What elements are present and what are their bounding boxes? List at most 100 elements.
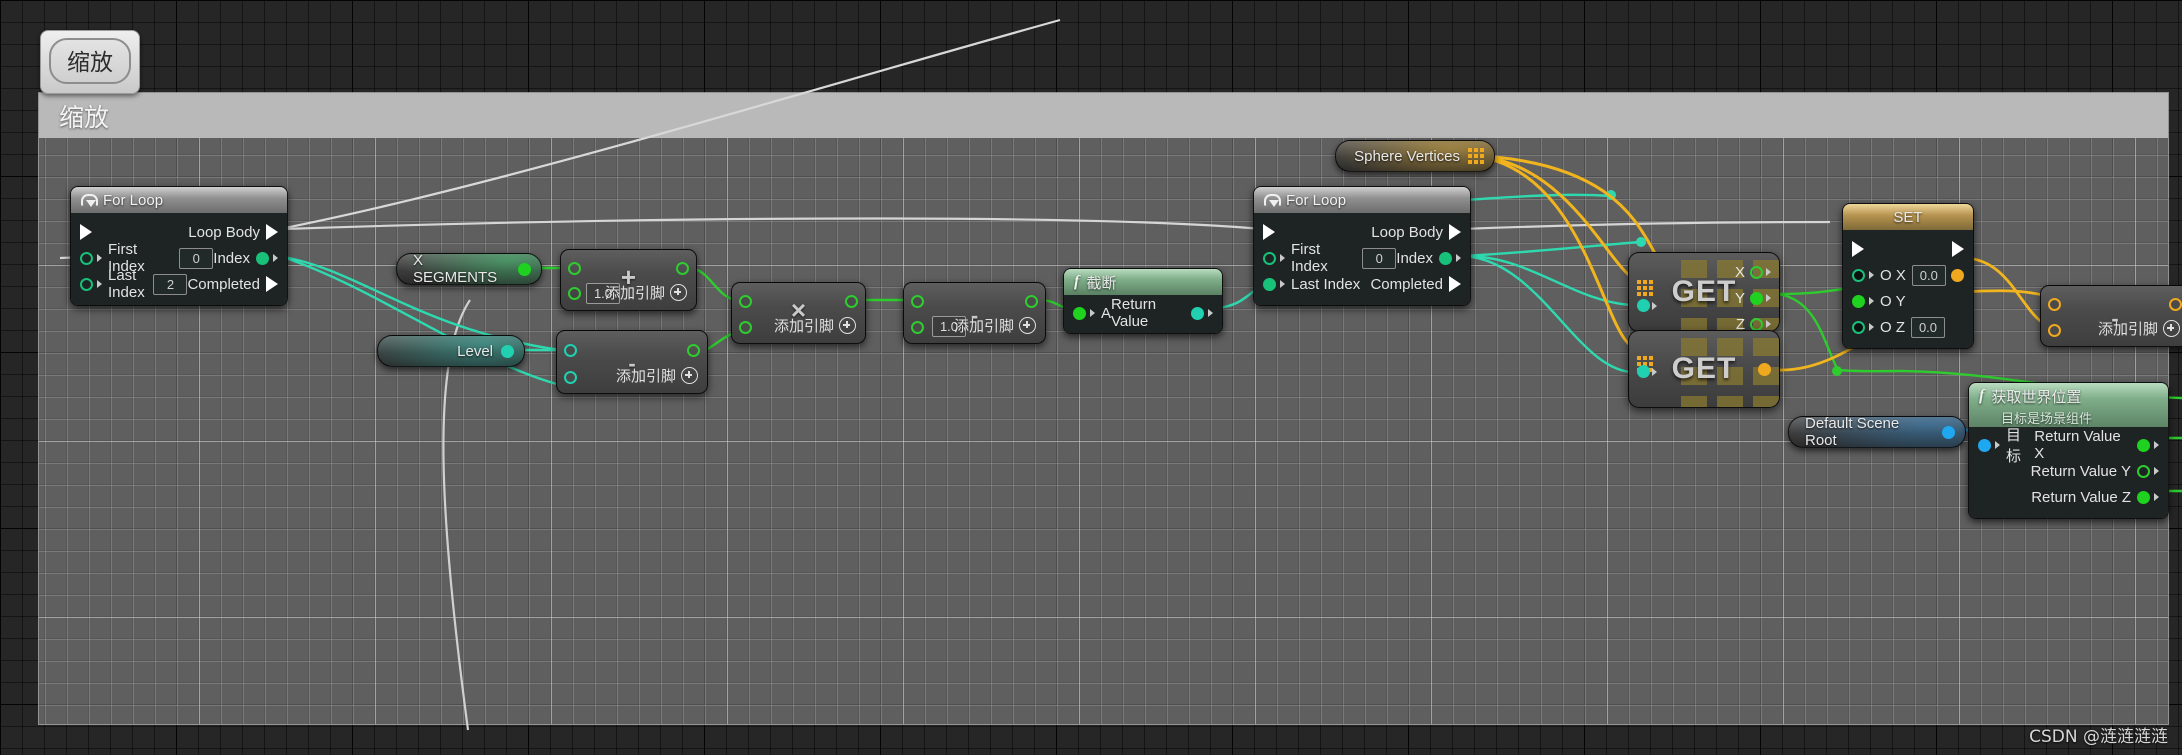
node-get-world-location[interactable]: f 获取世界位置 目标是场景组件 目标 Return Value X Retur… [1968,382,2169,519]
truncate-input-a-pin[interactable] [1073,306,1086,320]
first-index-input[interactable]: 0 [179,247,214,269]
truncate-return-pin[interactable] [1191,306,1204,320]
variable-level[interactable]: Level [377,335,525,367]
loop-body-exec-pin[interactable] [266,224,278,240]
row-first-index: First Index 0 Index [1254,241,1470,275]
add-pin-button[interactable]: 添加引脚 [605,282,687,303]
set-y-pin[interactable] [1852,294,1865,308]
pin-arrow-icon [1280,254,1285,262]
variable-default-scene-root[interactable]: Default Scene Root [1788,415,1966,449]
plus-circle-icon[interactable] [839,317,856,334]
pin-arrow-icon [97,280,102,288]
exec-in-pin[interactable] [1852,241,1864,257]
x-segments-out-pin[interactable] [518,262,531,276]
pin-arrow-icon [1652,367,1657,376]
index-out-pin[interactable] [1439,251,1452,265]
level-out-pin[interactable] [501,344,514,358]
exec-out-pin[interactable] [1952,241,1964,257]
comment-box[interactable]: 缩放 [38,92,2169,725]
node-for-loop-1[interactable]: For Loop Loop Body First Index 0 Index L… [70,186,288,306]
set-z-pin[interactable] [1852,320,1865,334]
add-pin-button[interactable]: 添加引脚 [774,315,856,336]
node-get-vector[interactable]: GET X Y Z [1628,252,1780,332]
set-x-pin[interactable] [1852,268,1865,282]
set-z-input[interactable]: 0.0 [1911,316,1945,338]
pin-arrow-icon [1766,294,1771,302]
get-index-input-pin[interactable] [1637,299,1657,312]
row-set-x: O X 0.0 [1843,262,1973,288]
pin-arrow-icon [1869,271,1874,279]
plus-circle-icon[interactable] [1019,317,1036,334]
add-pin-label: 添加引脚 [615,367,676,385]
return-z-pin[interactable] [2137,490,2150,504]
add-pin-button[interactable]: 添加引脚 [954,315,1036,336]
return-y-pin[interactable] [2137,464,2150,478]
add-pin-button[interactable]: 添加引脚 [616,365,698,386]
last-index-input[interactable]: 2 [153,273,188,295]
node-title-bar: For Loop [1254,187,1470,213]
get-index-pin[interactable] [1637,299,1650,312]
pin-arrow-icon [273,254,278,262]
get-out-x: X [1735,259,1771,285]
set-x-input[interactable]: 0.0 [1911,264,1946,286]
node-subtract-level[interactable]: - 添加引脚 [556,330,708,394]
blueprint-graph-canvas[interactable]: 缩放 缩放 For Loop Loop Body First Index 0 I… [0,0,2182,755]
function-icon: f [1979,387,1985,404]
get-struct-out-pin[interactable] [1758,363,1771,376]
pin-arrow-icon [1208,309,1213,317]
last-index-label: Last Index [1291,275,1361,293]
add-pin-label: 添加引脚 [773,317,834,335]
variable-x-segments[interactable]: X SEGMENTS [396,252,542,286]
last-index-pin[interactable] [80,277,93,291]
completed-label: Completed [187,275,260,293]
exec-in-pin[interactable] [80,224,92,240]
pin-arrow-icon [1766,320,1771,328]
pin-arrow-icon [2154,493,2159,501]
add-pin-button[interactable]: 添加引脚 [2098,318,2180,339]
node-subtract-b[interactable]: - 1.0 添加引脚 [903,282,1046,344]
variable-sphere-vertices[interactable]: Sphere Vertices [1335,140,1495,172]
node-title-bar: For Loop [71,187,287,213]
get-y-pin[interactable] [1750,291,1763,305]
completed-exec-pin[interactable] [266,276,278,292]
target-pin[interactable] [1978,438,1991,452]
node-set[interactable]: SET O X 0.0 O Y O Z 0.0 [1842,203,1974,349]
exec-in-pin[interactable] [1263,224,1275,240]
first-index-pin[interactable] [1263,251,1276,265]
node-title-bar: SET [1843,204,1973,230]
node-title-text: For Loop [1286,191,1347,209]
loop-body-exec-pin[interactable] [1449,224,1461,240]
get-z-pin[interactable] [1750,317,1763,331]
get-x-label: X [1734,263,1745,281]
index-out-pin[interactable] [256,251,269,265]
node-get-struct[interactable]: GET [1628,330,1780,408]
get-index-pin[interactable] [1637,365,1650,378]
node-truncate[interactable]: f 截断 A Return Value [1063,268,1223,334]
get-array-input-pin[interactable] [1637,271,1653,296]
return-x-pin[interactable] [2137,438,2150,452]
node-for-loop-2[interactable]: For Loop Loop Body First Index 0 Index L… [1253,186,1471,306]
comment-header[interactable]: 缩放 [39,93,2168,138]
default-scene-root-out-pin[interactable] [1942,425,1955,439]
get-x-pin[interactable] [1750,265,1763,279]
node-title-text: 获取世界位置 [1991,388,2082,406]
add-pin-label: 添加引脚 [953,317,1014,335]
set-output-pin[interactable] [1951,268,1964,282]
node-multiply[interactable]: × 添加引脚 [731,282,866,344]
plus-circle-icon[interactable] [2163,320,2180,337]
first-index-pin[interactable] [80,251,93,265]
last-index-label: Last Index [108,267,145,301]
node-subtract-vector[interactable]: - 添加引脚 [2040,285,2182,347]
node-add[interactable]: + 1.0 添加引脚 [560,249,697,311]
comment-chip[interactable]: 缩放 [40,30,140,94]
completed-exec-pin[interactable] [1449,276,1461,292]
get-y-label: Y [1734,289,1745,307]
array-grid-icon [1468,148,1484,164]
set-y-label: O Y [1880,292,1906,310]
plus-circle-icon[interactable] [681,367,698,384]
get-index-input-pin-2[interactable] [1637,365,1657,378]
first-index-input[interactable]: 0 [1362,247,1397,269]
plus-circle-icon[interactable] [670,284,687,301]
function-icon: f [1074,273,1080,290]
last-index-pin[interactable] [1263,277,1276,291]
